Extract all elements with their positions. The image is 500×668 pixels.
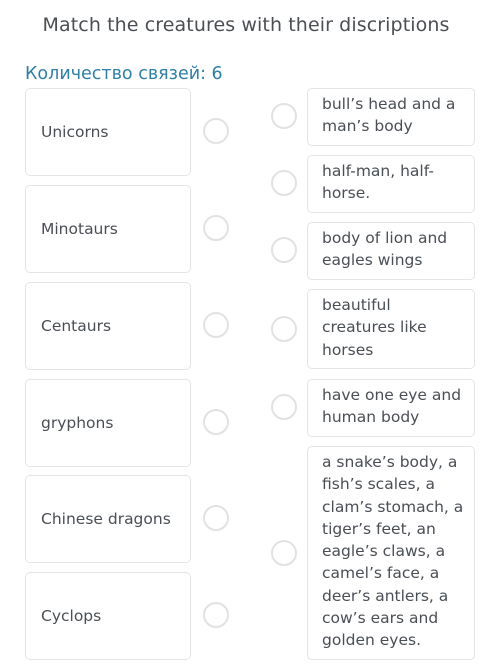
right-item-beautiful-creatures[interactable]: beautiful creatures like horses: [307, 289, 475, 369]
left-item-chinese-dragons[interactable]: Chinese dragons: [25, 475, 191, 563]
right-connector-4[interactable]: [271, 316, 297, 342]
right-item-half-man-half-horse[interactable]: half-man, half-horse.: [307, 155, 475, 213]
right-item-dragon-description[interactable]: a snake’s body, a fish’s scales, a clam’…: [307, 446, 475, 660]
left-connector-1[interactable]: [203, 118, 229, 144]
left-item-cyclops[interactable]: Cyclops: [25, 572, 191, 660]
right-connector-6[interactable]: [271, 540, 297, 566]
connections-count: Количество связей: 6: [25, 64, 223, 84]
left-connector-5[interactable]: [203, 505, 229, 531]
right-connector-2[interactable]: [271, 170, 297, 196]
left-item-gryphons[interactable]: gryphons: [25, 379, 191, 467]
right-connector-3[interactable]: [271, 237, 297, 263]
left-item-unicorns[interactable]: Unicorns: [25, 88, 191, 176]
right-connector-1[interactable]: [271, 103, 297, 129]
left-connector-4[interactable]: [203, 409, 229, 435]
right-item-lion-eagle[interactable]: body of lion and eagles wings: [307, 222, 475, 280]
right-connector-5[interactable]: [271, 394, 297, 420]
left-connector-3[interactable]: [203, 312, 229, 338]
left-connector-6[interactable]: [203, 602, 229, 628]
left-item-minotaurs[interactable]: Minotaurs: [25, 185, 191, 273]
left-connector-2[interactable]: [203, 215, 229, 241]
right-item-one-eye[interactable]: have one eye and human body: [307, 379, 475, 437]
question-title: Match the creatures with their discripti…: [42, 14, 450, 36]
left-item-centaurs[interactable]: Centaurs: [25, 282, 191, 370]
right-item-bulls-head[interactable]: bull’s head and a man’s body: [307, 88, 475, 146]
